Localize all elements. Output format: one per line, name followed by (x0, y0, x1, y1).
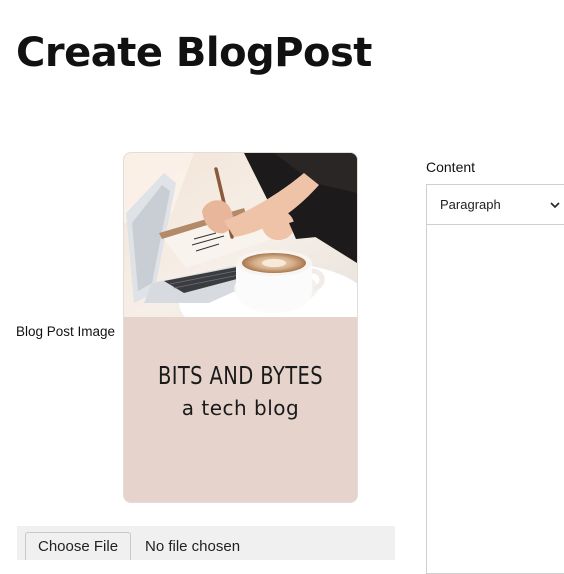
blog-post-image-label: Blog Post Image (16, 324, 116, 339)
page-title: Create BlogPost (16, 30, 372, 76)
content-editor[interactable]: Paragraph (426, 184, 564, 574)
content-label: Content (426, 159, 476, 175)
blog-tagline: a tech blog (181, 396, 300, 420)
editor-toolbar: Paragraph (427, 185, 564, 225)
blog-headline: BITS AND BYTES (157, 361, 324, 390)
blog-banner: BITS AND BYTES a tech blog (124, 317, 357, 502)
editor-text-area[interactable] (427, 225, 564, 573)
blog-post-image-preview: BITS AND BYTES a tech blog (123, 152, 358, 503)
choose-file-button[interactable]: Choose File (25, 532, 132, 560)
chevron-down-icon[interactable] (549, 200, 561, 210)
file-status-text: No file chosen (145, 538, 241, 555)
file-input[interactable]: Choose File No file chosen (17, 526, 395, 560)
desk-photo (124, 153, 357, 317)
paragraph-format-dropdown[interactable]: Paragraph (440, 197, 501, 212)
